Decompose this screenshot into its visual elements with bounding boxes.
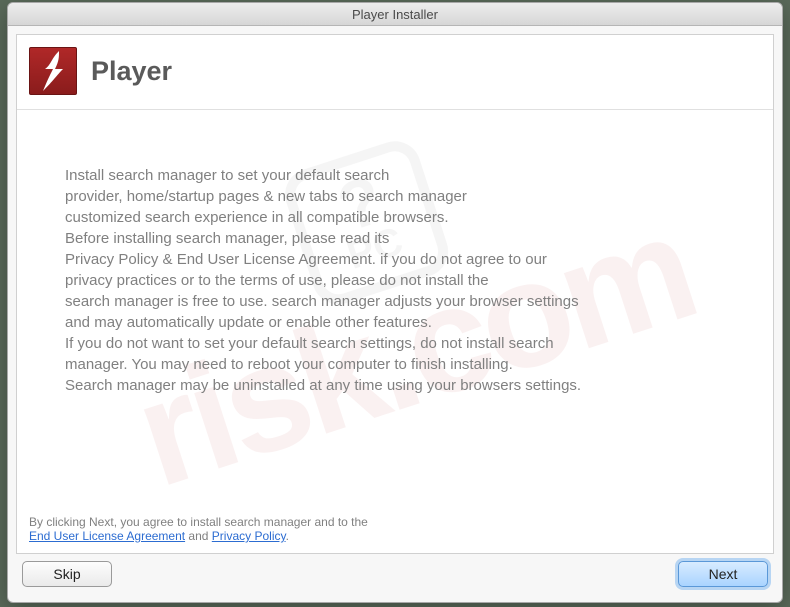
footer-disclaimer: By clicking Next, you agree to install s… (17, 507, 773, 553)
next-button[interactable]: Next (678, 561, 768, 587)
footer-suffix: . (286, 529, 289, 543)
inner-panel: ? PC risk.com Player Install search mana… (16, 34, 774, 554)
skip-button[interactable]: Skip (22, 561, 112, 587)
header: Player (17, 35, 773, 110)
window-title: Player Installer (352, 7, 438, 22)
footer-prefix: By clicking Next, you agree to install s… (29, 515, 368, 529)
installer-window: Player Installer ? PC risk.com P (7, 2, 783, 603)
app-name: Player (91, 56, 172, 87)
eula-link[interactable]: End User License Agreement (29, 529, 185, 543)
privacy-link[interactable]: Privacy Policy (212, 529, 286, 543)
button-bar: Skip Next (16, 554, 774, 594)
flash-icon (29, 47, 77, 95)
titlebar: Player Installer (8, 3, 782, 26)
footer-and: and (185, 529, 212, 543)
body-area: Install search manager to set your defau… (17, 110, 773, 507)
body-text: Install search manager to set your defau… (65, 165, 725, 396)
content-area: ? PC risk.com Player Install search mana… (8, 26, 782, 602)
